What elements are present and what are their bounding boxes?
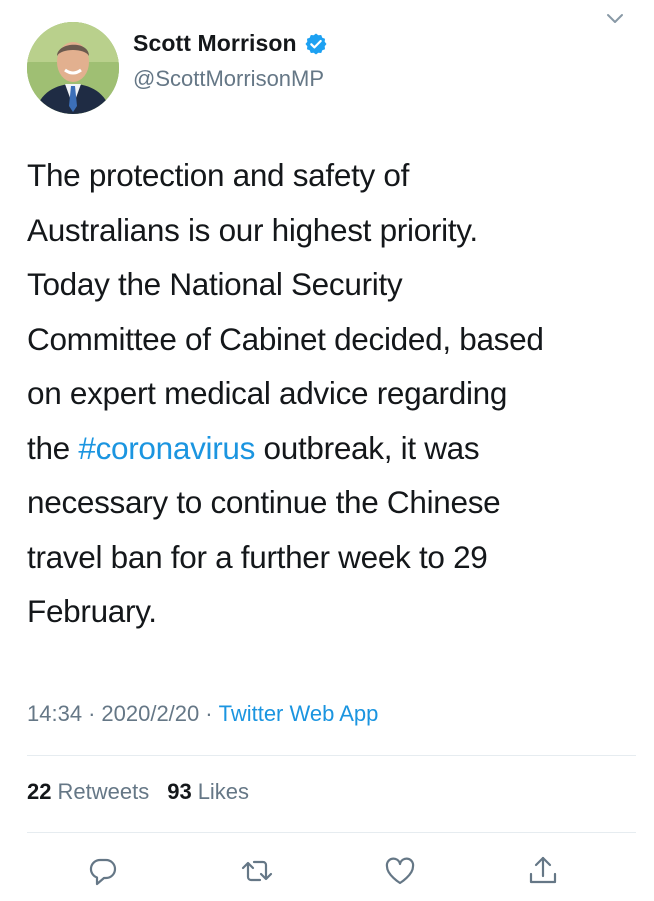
tweet-source-link[interactable]: Twitter Web App bbox=[219, 701, 379, 727]
reply-icon[interactable] bbox=[86, 854, 120, 888]
tweet-time[interactable]: 14:34 bbox=[27, 701, 82, 727]
tweet-text-line: Australians is our highest priority. bbox=[27, 211, 478, 248]
divider bbox=[27, 832, 636, 833]
tweet-text-line: on expert medical advice regarding bbox=[27, 375, 508, 411]
hashtag-link[interactable]: #coronavirus bbox=[78, 430, 255, 466]
tweet-text-line: Committee of Cabinet decided, based bbox=[27, 320, 544, 357]
retweets-label: Retweets bbox=[57, 779, 150, 804]
tweet-text: The protection and safety of Australians… bbox=[27, 148, 627, 639]
tweet-card: Scott Morrison @ScottMorrisonMP The prot… bbox=[0, 0, 654, 901]
author-display-name[interactable]: Scott Morrison bbox=[133, 30, 297, 57]
likes-label: Likes bbox=[197, 779, 250, 804]
chevron-down-icon[interactable] bbox=[604, 8, 626, 30]
tweet-meta: 14:34 · 2020/2/20 · Twitter Web App bbox=[27, 701, 378, 727]
tweet-text-line: February. bbox=[27, 593, 157, 629]
tweet-actions bbox=[0, 848, 654, 892]
divider bbox=[27, 755, 636, 756]
likes-count: 93 bbox=[167, 779, 192, 804]
share-icon[interactable] bbox=[526, 854, 560, 888]
retweets-count: 22 bbox=[27, 779, 52, 804]
tweet-text-line: travel ban for a further week to 29 bbox=[27, 538, 488, 575]
retweet-icon[interactable] bbox=[240, 854, 274, 888]
heart-icon[interactable] bbox=[383, 854, 417, 888]
tweet-text-line-with-hashtag: the #coronavirus outbreak, it was bbox=[27, 421, 627, 476]
tweet-text-fragment: the bbox=[27, 429, 79, 466]
avatar-image bbox=[27, 22, 119, 114]
author-handle[interactable]: @ScottMorrisonMP bbox=[133, 66, 324, 92]
author-name-row: Scott Morrison bbox=[133, 30, 328, 57]
tweet-stats: 22 Retweets 93 Likes bbox=[27, 779, 267, 805]
meta-separator: · bbox=[205, 701, 213, 726]
tweet-text-line: The protection and safety of bbox=[27, 157, 410, 193]
tweet-text-line: Today the National Security bbox=[27, 266, 403, 302]
likes-stat[interactable]: 93 Likes bbox=[167, 779, 249, 805]
verified-badge-icon bbox=[304, 32, 328, 56]
meta-separator: · bbox=[88, 701, 96, 726]
tweet-text-fragment: outbreak, it was bbox=[255, 429, 480, 466]
retweets-stat[interactable]: 22 Retweets bbox=[27, 779, 149, 805]
avatar[interactable] bbox=[27, 22, 119, 114]
tweet-text-line: necessary to continue the Chinese bbox=[27, 484, 501, 520]
tweet-date[interactable]: 2020/2/20 bbox=[101, 701, 199, 727]
